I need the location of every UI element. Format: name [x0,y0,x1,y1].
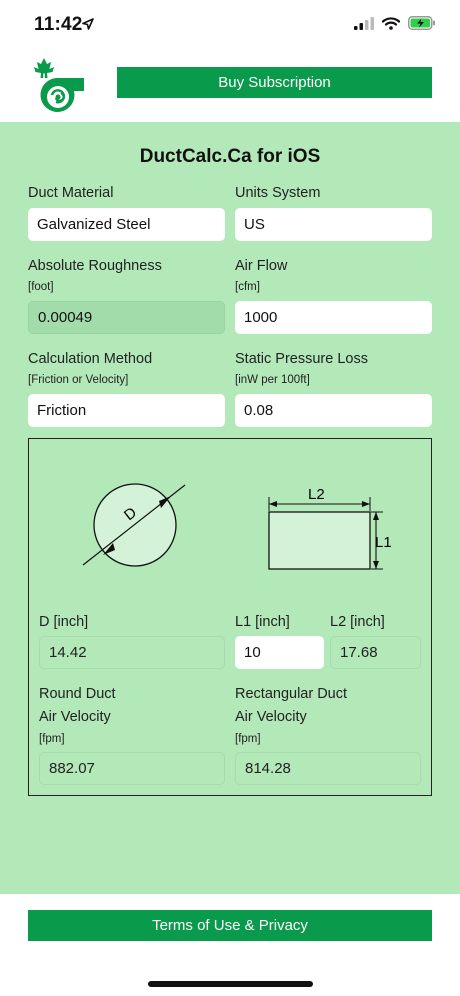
rectangular-duct-label: Rectangular Duct [235,686,348,702]
air-flow-unit: [cfm] [235,281,260,293]
rect-height-label: L1 [375,534,392,551]
air-flow-label: Air Flow [235,258,288,274]
wifi-icon [382,16,400,30]
calculation-method-field[interactable]: Friction [28,394,225,427]
app-header: Buy Subscription [0,52,460,122]
status-time: 11:42 [34,14,83,35]
duct-diagram-box: D L2 L1 D [inch] 14.42 L1 [inch] 10 L2 [… [28,438,432,796]
static-pressure-loss-input[interactable]: 0.08 [235,394,432,427]
rect-air-velocity-label: Air Velocity [235,709,307,725]
footer: Terms of Use & Privacy [0,894,460,996]
duct-material-label: Duct Material [28,185,114,201]
diameter-result-field: 14.42 [39,636,225,669]
duct-material-field[interactable]: Galvanized Steel [28,208,225,241]
round-velocity-field: 882.07 [39,752,225,785]
round-duct-label: Round Duct [39,686,116,702]
rect-velocity-field: 814.28 [235,752,421,785]
rect-width-label: L2 [308,486,325,503]
page-title: DuctCalc.Ca for iOS [139,146,321,167]
diameter-result-label: D [inch] [39,614,89,630]
air-flow-input[interactable]: 1000 [235,301,432,334]
app-logo-icon [34,58,84,112]
rect-duct-rect [268,511,371,570]
rect-velocity-unit: [fpm] [235,733,261,745]
units-system-field[interactable]: US [235,208,432,241]
round-duct-circle [93,483,177,567]
absolute-roughness-label: Absolute Roughness [28,258,162,274]
signal-icon [354,16,374,30]
static-pressure-loss-label: Static Pressure Loss [235,351,368,367]
static-pressure-loss-unit: [inW per 100ft] [235,374,310,386]
l1-input[interactable]: 10 [235,636,324,669]
calculator-panel: DuctCalc.Ca for iOS Duct Material Galvan… [0,122,460,894]
status-bar: 11:42 [0,0,460,52]
absolute-roughness-field: 0.00049 [28,301,225,334]
duct-shapes-diagram: D L2 L1 [82,483,392,570]
home-indicator[interactable] [148,981,313,987]
round-air-velocity-label: Air Velocity [39,709,111,725]
location-arrow-icon [82,18,94,30]
buy-subscription-button[interactable]: Buy Subscription [117,67,432,98]
round-velocity-unit: [fpm] [39,733,65,745]
calculation-method-unit: [Friction or Velocity] [28,374,129,386]
battery-charging-icon [408,16,435,30]
terms-privacy-button[interactable]: Terms of Use & Privacy [28,910,432,941]
l2-result-label: L2 [inch] [330,614,385,630]
units-system-label: Units System [235,185,321,201]
absolute-roughness-unit: [foot] [28,281,54,293]
l1-input-label: L1 [inch] [235,614,290,630]
l2-result-field: 17.68 [330,636,421,669]
calculation-method-label: Calculation Method [28,351,153,367]
